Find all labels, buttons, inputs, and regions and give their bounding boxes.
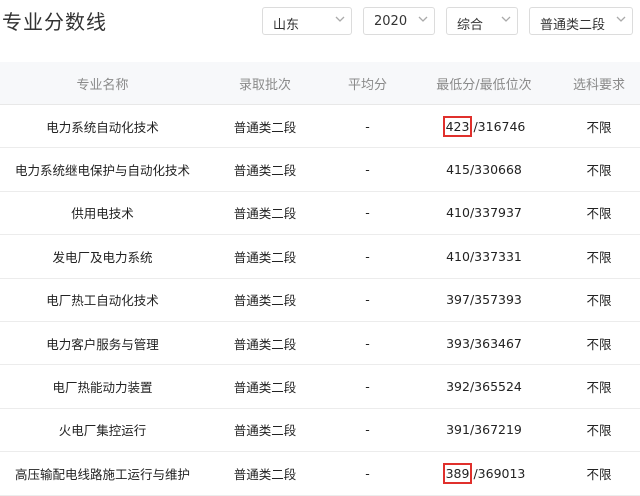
batch-select-value: 普通类二段 — [540, 18, 606, 33]
average-score: - — [365, 118, 370, 134]
min-score: 389 — [442, 462, 473, 484]
batch-select[interactable]: 普通类二段 — [529, 7, 633, 35]
subject-requirement: 不限 — [586, 423, 612, 439]
average-score: - — [365, 248, 370, 264]
major-name: 电力客户服务与管理 — [46, 336, 159, 352]
chevron-down-icon — [335, 16, 345, 22]
table-row: 电力系统自动化技术 普通类二段 - 423/316746 不限 — [0, 105, 640, 149]
page-title: 专业分数线 — [2, 10, 107, 34]
header: 专业分数线 山东 2020 综合 普通类二段 — [0, 0, 640, 60]
province-select[interactable]: 山东 — [262, 7, 352, 35]
min-score-rank: 393/363467 — [410, 322, 558, 364]
subject-requirement: 不限 — [586, 163, 612, 179]
subject-requirement: 不限 — [586, 249, 612, 265]
min-rank: 365524 — [474, 379, 522, 395]
average-score: - — [365, 205, 370, 221]
admission-batch: 普通类二段 — [233, 163, 297, 179]
admission-batch: 普通类二段 — [233, 206, 297, 222]
subject-type-select-value: 综合 — [457, 18, 484, 33]
min-score-rank: 410/337937 — [410, 192, 558, 234]
average-score: - — [365, 422, 370, 438]
column-header-major: 专业名称 — [76, 77, 129, 93]
table-row: 高压输配电线路施工运行与维护 普通类二段 - 389/369013 不限 — [0, 452, 640, 496]
province-select-value: 山东 — [273, 18, 300, 33]
table-row: 电力系统继电保护与自动化技术 普通类二段 - 415/330668 不限 — [0, 148, 640, 192]
table-row: 电厂热工自动化技术 普通类二段 - 397/357393 不限 — [0, 279, 640, 322]
major-name: 发电厂及电力系统 — [52, 249, 153, 265]
major-name: 电力系统继电保护与自动化技术 — [14, 163, 190, 179]
major-name: 电厂热能动力装置 — [52, 380, 153, 396]
admission-batch: 普通类二段 — [233, 380, 297, 396]
subject-requirement: 不限 — [586, 119, 612, 135]
average-score: - — [365, 465, 370, 481]
subject-requirement: 不限 — [586, 466, 612, 482]
min-rank: 337331 — [474, 248, 522, 264]
min-score-rank: 391/367219 — [410, 409, 558, 451]
min-score-rank: 397/357393 — [410, 279, 558, 321]
min-score-rank: 392/365524 — [410, 365, 558, 407]
admission-batch: 普通类二段 — [233, 119, 297, 135]
min-rank: 357393 — [474, 292, 522, 308]
score-table: 专业名称 录取批次 平均分 最低分/最低位次 选科要求 电力系统自动化技术普通类… — [0, 62, 640, 496]
min-score-rank: 389/369013 — [410, 452, 558, 494]
average-score: - — [365, 335, 370, 351]
column-header-average: 平均分 — [347, 77, 387, 93]
min-score: 415 — [446, 162, 470, 178]
major-name: 火电厂集控运行 — [58, 423, 147, 439]
min-score: 410 — [446, 205, 470, 221]
table-row: 发电厂及电力系统 普通类二段 - 410/337331 不限 — [0, 235, 640, 279]
min-score-rank: 415/330668 — [410, 148, 558, 190]
min-rank: 316746 — [477, 118, 526, 134]
admission-batch: 普通类二段 — [233, 336, 297, 352]
chevron-down-icon — [501, 16, 511, 22]
major-name: 电厂热工自动化技术 — [46, 293, 159, 309]
table-row: 电力客户服务与管理 普通类二段 - 393/363467 不限 — [0, 322, 640, 366]
subject-requirement: 不限 — [586, 206, 612, 222]
chevron-down-icon — [616, 16, 626, 22]
table-body: 电力系统自动化技术 普通类二段 -423/316746 不限 电力系统继电保护与自动化技… — [0, 105, 640, 496]
min-score-rank: 410/337331 — [410, 235, 558, 277]
chevron-down-icon — [418, 16, 428, 22]
table-header: 专业名称 录取批次 平均分 最低分/最低位次 选科要求 — [0, 62, 640, 105]
min-rank: 363467 — [474, 335, 522, 351]
min-score: 391 — [446, 422, 470, 438]
min-rank: 369013 — [477, 465, 526, 481]
year-select-value: 2020 — [374, 14, 408, 29]
admission-batch: 普通类二段 — [233, 249, 297, 265]
column-header-min-score-rank: 最低分/最低位次 — [436, 77, 532, 93]
min-score: 410 — [446, 248, 470, 264]
min-rank: 367219 — [474, 422, 522, 438]
major-name: 供用电技术 — [71, 206, 134, 222]
min-rank: 330668 — [474, 162, 522, 178]
subject-type-select[interactable]: 综合 — [446, 7, 518, 35]
min-score-rank: 423/316746 — [410, 105, 558, 147]
table-row: 火电厂集控运行 普通类二段 - 391/367219 不限 — [0, 409, 640, 453]
min-score: 393 — [446, 335, 470, 351]
major-name: 电力系统自动化技术 — [46, 119, 159, 135]
admission-batch: 普通类二段 — [233, 293, 297, 309]
admission-batch: 普通类二段 — [233, 466, 297, 482]
year-select[interactable]: 2020 — [363, 7, 435, 35]
subject-requirement: 不限 — [586, 293, 612, 309]
admission-batch: 普通类二段 — [233, 423, 297, 439]
min-score: 423 — [442, 115, 473, 137]
average-score: - — [365, 162, 370, 178]
column-header-batch: 录取批次 — [238, 77, 291, 93]
average-score: - — [365, 379, 370, 395]
major-name: 高压输配电线路施工运行与维护 — [14, 466, 190, 482]
table-row: 供用电技术 普通类二段 - 410/337937 不限 — [0, 192, 640, 236]
subject-requirement: 不限 — [586, 380, 612, 396]
min-rank: 337937 — [474, 205, 522, 221]
subject-requirement: 不限 — [586, 336, 612, 352]
table-row: 电厂热能动力装置 普通类二段 - 392/365524 不限 — [0, 365, 640, 409]
min-score: 392 — [446, 379, 470, 395]
average-score: - — [365, 292, 370, 308]
column-header-subject-requirement: 选科要求 — [572, 77, 625, 93]
min-score: 397 — [446, 292, 470, 308]
